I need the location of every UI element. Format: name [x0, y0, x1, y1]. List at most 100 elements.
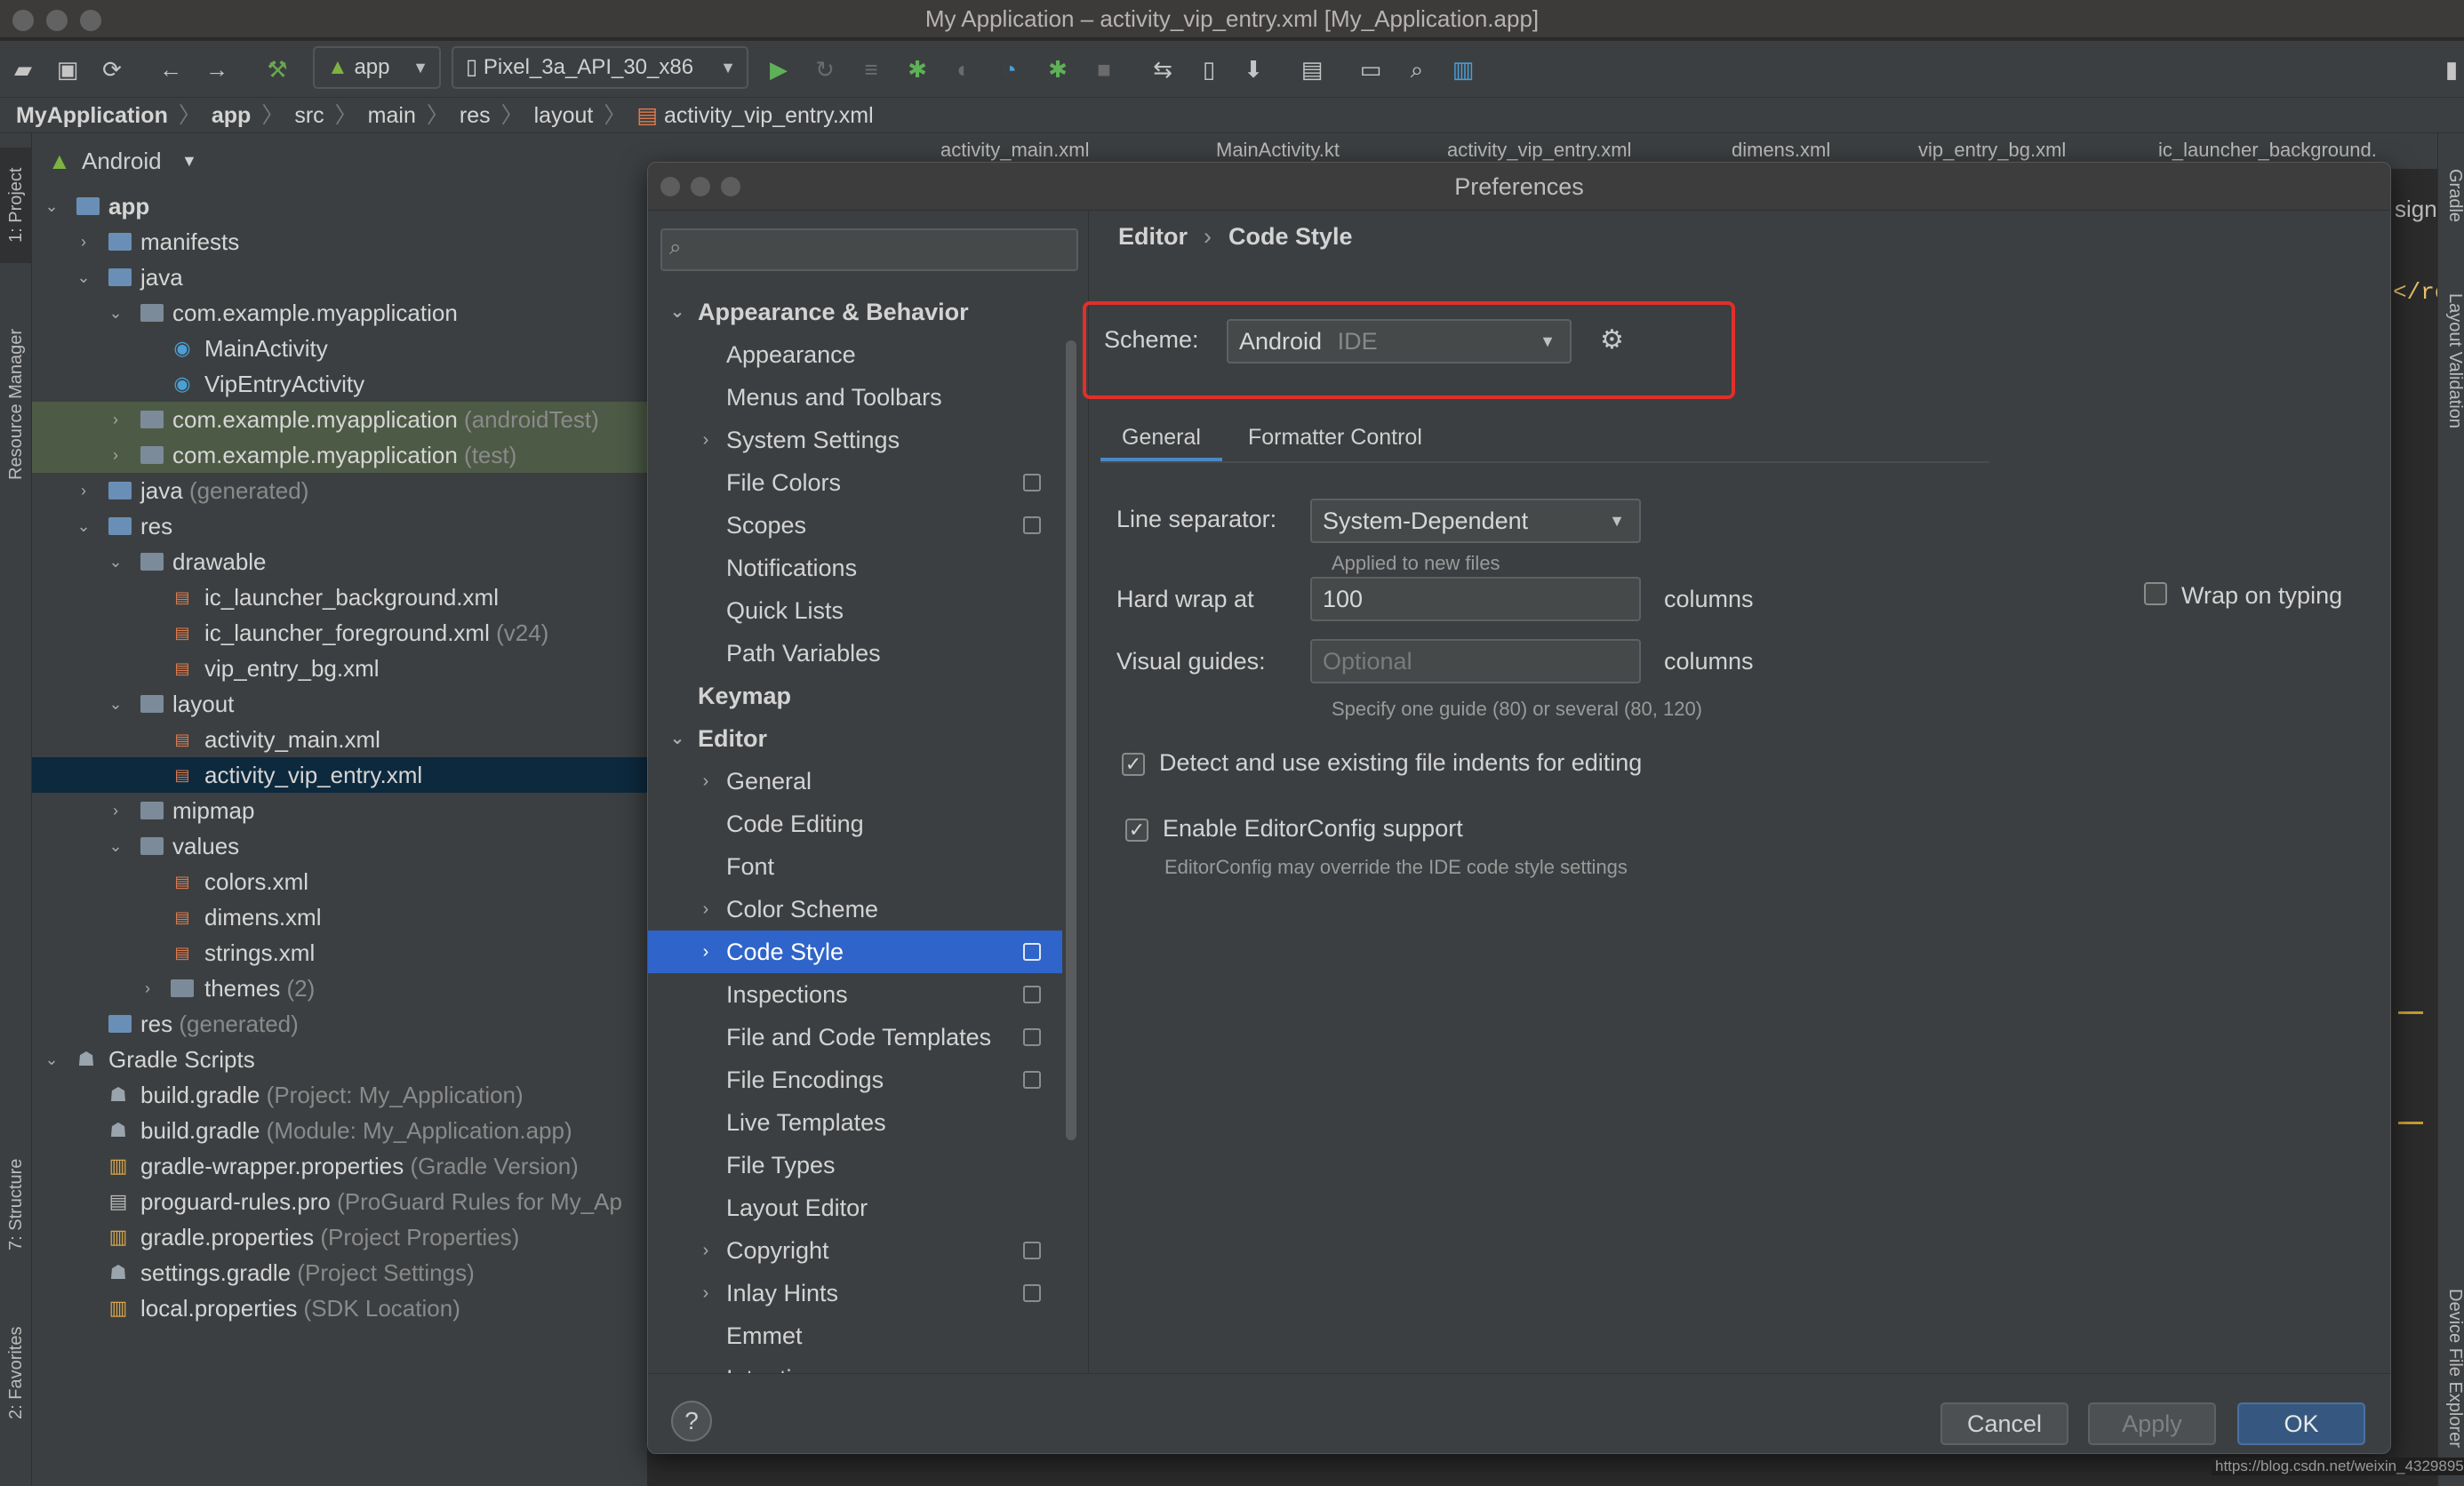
attach-process-icon[interactable]: ✱ [1044, 55, 1072, 84]
nav-item-intentions[interactable]: Intentions [648, 1357, 1062, 1373]
tree-item[interactable]: ◉ VipEntryActivity [32, 366, 647, 402]
breadcrumb-item[interactable]: MyApplication [16, 103, 168, 128]
tab-general[interactable]: General [1100, 415, 1222, 461]
wrap-on-typing-label[interactable]: Wrap on typing [2181, 582, 2342, 610]
tree-item[interactable]: res (generated) [32, 1006, 647, 1042]
nav-item-notifications[interactable]: Notifications [648, 547, 1062, 589]
editorconfig-checkbox[interactable]: ✓ [1125, 819, 1148, 842]
nav-item-font[interactable]: Font [648, 845, 1062, 888]
tree-item[interactable]: ☗ build.gradle (Module: My_Application.ap… [32, 1113, 647, 1148]
nav-item-path-variables[interactable]: Path Variables [648, 632, 1062, 675]
chevron-down-icon[interactable]: ⌄ [73, 508, 94, 544]
nav-item-color-scheme[interactable]: › Color Scheme [648, 888, 1062, 931]
chevron-right-icon[interactable]: › [73, 224, 94, 260]
project-view-selector[interactable]: Android [82, 133, 162, 188]
maximize-dialog-button[interactable] [721, 177, 740, 196]
forward-icon[interactable]: → [203, 55, 231, 84]
search-icon[interactable]: ⌕ [1403, 55, 1431, 84]
tree-item[interactable]: ☗ settings.gradle (Project Settings) [32, 1255, 647, 1290]
account-icon[interactable]: ▮ [2437, 55, 2464, 84]
chevron-down-icon[interactable]: ⌄ [41, 1042, 62, 1077]
chevron-right-icon[interactable]: › [105, 793, 126, 828]
nav-item-keymap[interactable]: Keymap [648, 675, 1062, 717]
tree-item[interactable]: ▤ proguard-rules.pro (ProGuard Rules for … [32, 1184, 647, 1219]
nav-item-inlay-hints[interactable]: › Inlay Hints. [648, 1272, 1062, 1314]
chevron-down-icon[interactable]: ⌄ [105, 295, 126, 331]
tree-item[interactable]: ⌄ java [32, 260, 647, 295]
editor-tab[interactable]: ic_launcher_background. [2158, 139, 2377, 162]
layout-validation-tool-button[interactable]: Layout Validation [2438, 293, 2464, 428]
resource-manager-tool-button[interactable]: Resource Manager [0, 302, 32, 507]
open-folder-icon[interactable]: ▰ [9, 55, 37, 84]
tab-formatter-control[interactable]: Formatter Control [1227, 415, 1444, 461]
gear-icon[interactable]: ⚙ [1600, 324, 1624, 356]
breadcrumb-item[interactable]: app [212, 103, 251, 128]
close-dialog-button[interactable] [660, 177, 680, 196]
hard-wrap-input[interactable]: 100 [1310, 577, 1641, 621]
tree-item[interactable]: › java (generated) [32, 473, 647, 508]
breadcrumb-item[interactable]: res [460, 103, 491, 128]
tree-item[interactable]: ▤ ic_launcher_foreground.xml (v24) [32, 615, 647, 651]
debug-icon[interactable]: ✱ [903, 55, 932, 84]
nav-item-quick-lists[interactable]: Quick Lists [648, 589, 1062, 632]
tree-item[interactable]: › com.example.myapplication (androidTest) [32, 402, 647, 437]
editor-tab[interactable]: activity_vip_entry.xml [1447, 139, 1631, 162]
tree-item[interactable]: ⌄ drawable [32, 544, 647, 579]
nav-item-code-style[interactable]: › Code Style. [648, 931, 1062, 973]
breadcrumb-item[interactable]: activity_vip_entry.xml [664, 103, 874, 128]
editor-tab[interactable]: MainActivity.kt [1216, 139, 1340, 162]
tree-item[interactable]: ◉ MainActivity [32, 331, 647, 366]
sdk-manager-icon[interactable]: ⬇ [1239, 55, 1268, 84]
chevron-right-icon[interactable]: › [694, 1229, 717, 1272]
chevron-right-icon[interactable]: › [73, 473, 94, 508]
editor-tab[interactable]: activity_main.xml [940, 139, 1089, 162]
tree-item[interactable]: ⌄ res [32, 508, 647, 544]
gradle-sync-icon[interactable]: ⇆ [1148, 55, 1177, 84]
nav-item-appearance-behavior[interactable]: ⌄ Appearance & Behavior [648, 291, 1062, 333]
nav-item-copyright[interactable]: › Copyright. [648, 1229, 1062, 1272]
chevron-down-icon[interactable]: ⌄ [73, 260, 94, 295]
project-structure-icon[interactable]: ▤ [1298, 55, 1326, 84]
tree-item[interactable]: › mipmap [32, 793, 647, 828]
terminal-icon[interactable]: ▭ [1356, 55, 1385, 84]
run-config-combo[interactable]: ▲ app ▼ [313, 46, 441, 89]
chevron-down-icon[interactable]: ⌄ [666, 291, 689, 333]
line-separator-dropdown[interactable]: System-Dependent ▼ [1310, 499, 1641, 543]
nav-item-layout-editor[interactable]: Layout Editor [648, 1186, 1062, 1229]
help-button[interactable]: ? [671, 1401, 712, 1442]
sync-icon[interactable]: ⟳ [98, 55, 126, 84]
visual-guides-input[interactable]: Optional [1310, 639, 1641, 683]
wrap-on-typing-checkbox[interactable] [2144, 582, 2167, 605]
tree-item[interactable]: ▤ colors.xml [32, 864, 647, 899]
apply-code-changes-icon[interactable]: ≡ [857, 55, 885, 84]
back-icon[interactable]: ← [156, 55, 185, 84]
tree-item[interactable]: › themes (2) [32, 971, 647, 1006]
design-mode-label[interactable]: sign [2395, 196, 2437, 223]
nav-item-scopes[interactable]: Scopes. [648, 504, 1062, 547]
cancel-button[interactable]: Cancel [1940, 1402, 2068, 1445]
editor-tab[interactable]: vip_entry_bg.xml [1918, 139, 2066, 162]
chevron-down-icon[interactable]: ⌄ [105, 544, 126, 579]
chevron-right-icon[interactable]: › [694, 1272, 717, 1314]
nav-item-file-encodings[interactable]: File Encodings. [648, 1059, 1062, 1101]
nav-item-inspections[interactable]: Inspections. [648, 973, 1062, 1016]
ok-button[interactable]: OK [2237, 1402, 2365, 1445]
settings-search-input[interactable]: ⌕ [660, 228, 1078, 271]
tree-item[interactable]: ▤ dimens.xml [32, 899, 647, 935]
save-icon[interactable]: ▣ [53, 55, 82, 84]
device-combo[interactable]: ▯ Pixel_3a_API_30_x86 ▼ [452, 46, 748, 89]
nav-item-editor[interactable]: ⌄ Editor [648, 717, 1062, 760]
tree-item[interactable]: ▥ local.properties (SDK Location) [32, 1290, 647, 1326]
tree-item[interactable]: ▤ vip_entry_bg.xml [32, 651, 647, 686]
tree-item[interactable]: ⌄ ☗ Gradle Scripts [32, 1042, 647, 1077]
chevron-right-icon[interactable]: › [137, 971, 158, 1006]
breadcrumb-editor[interactable]: Editor [1118, 223, 1188, 251]
run-icon[interactable]: ▶ [764, 55, 793, 84]
detect-indents-label[interactable]: Detect and use existing file indents for… [1159, 749, 1642, 777]
gradle-tool-button[interactable]: Gradle [2438, 169, 2464, 222]
tree-item[interactable]: ▥ gradle-wrapper.properties (Gradle Versi… [32, 1148, 647, 1184]
tree-item[interactable]: ▥ gradle.properties (Project Properties) [32, 1219, 647, 1255]
tree-item[interactable]: ▤ activity_main.xml [32, 722, 647, 757]
chevron-down-icon[interactable]: ▼ [181, 133, 197, 188]
tree-item[interactable]: ▤ ic_launcher_background.xml [32, 579, 647, 615]
